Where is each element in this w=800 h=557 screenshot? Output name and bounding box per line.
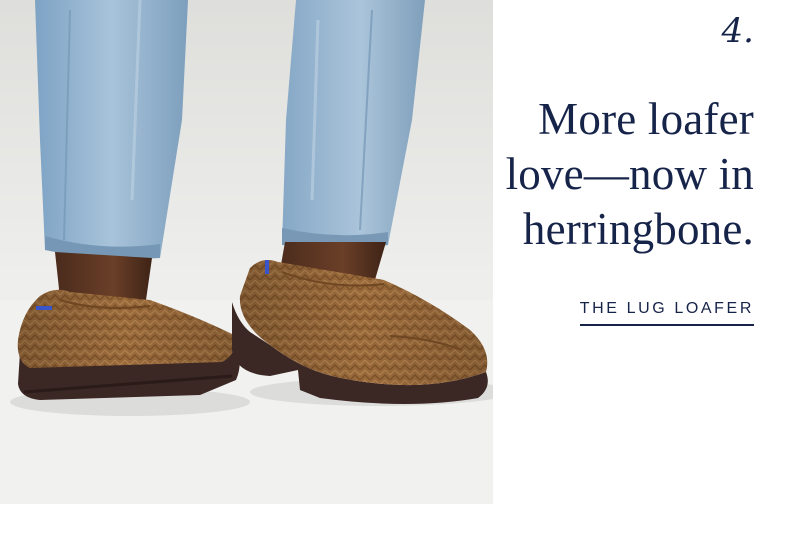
step-number: 4. <box>721 11 754 51</box>
headline: More loafer love—now in herringbone. <box>505 94 754 254</box>
feature-panel: 4. More loafer love—now in herringbone. … <box>493 0 800 557</box>
hero-photo <box>0 0 493 504</box>
product-link[interactable]: THE LUG LOAFER <box>579 300 754 326</box>
